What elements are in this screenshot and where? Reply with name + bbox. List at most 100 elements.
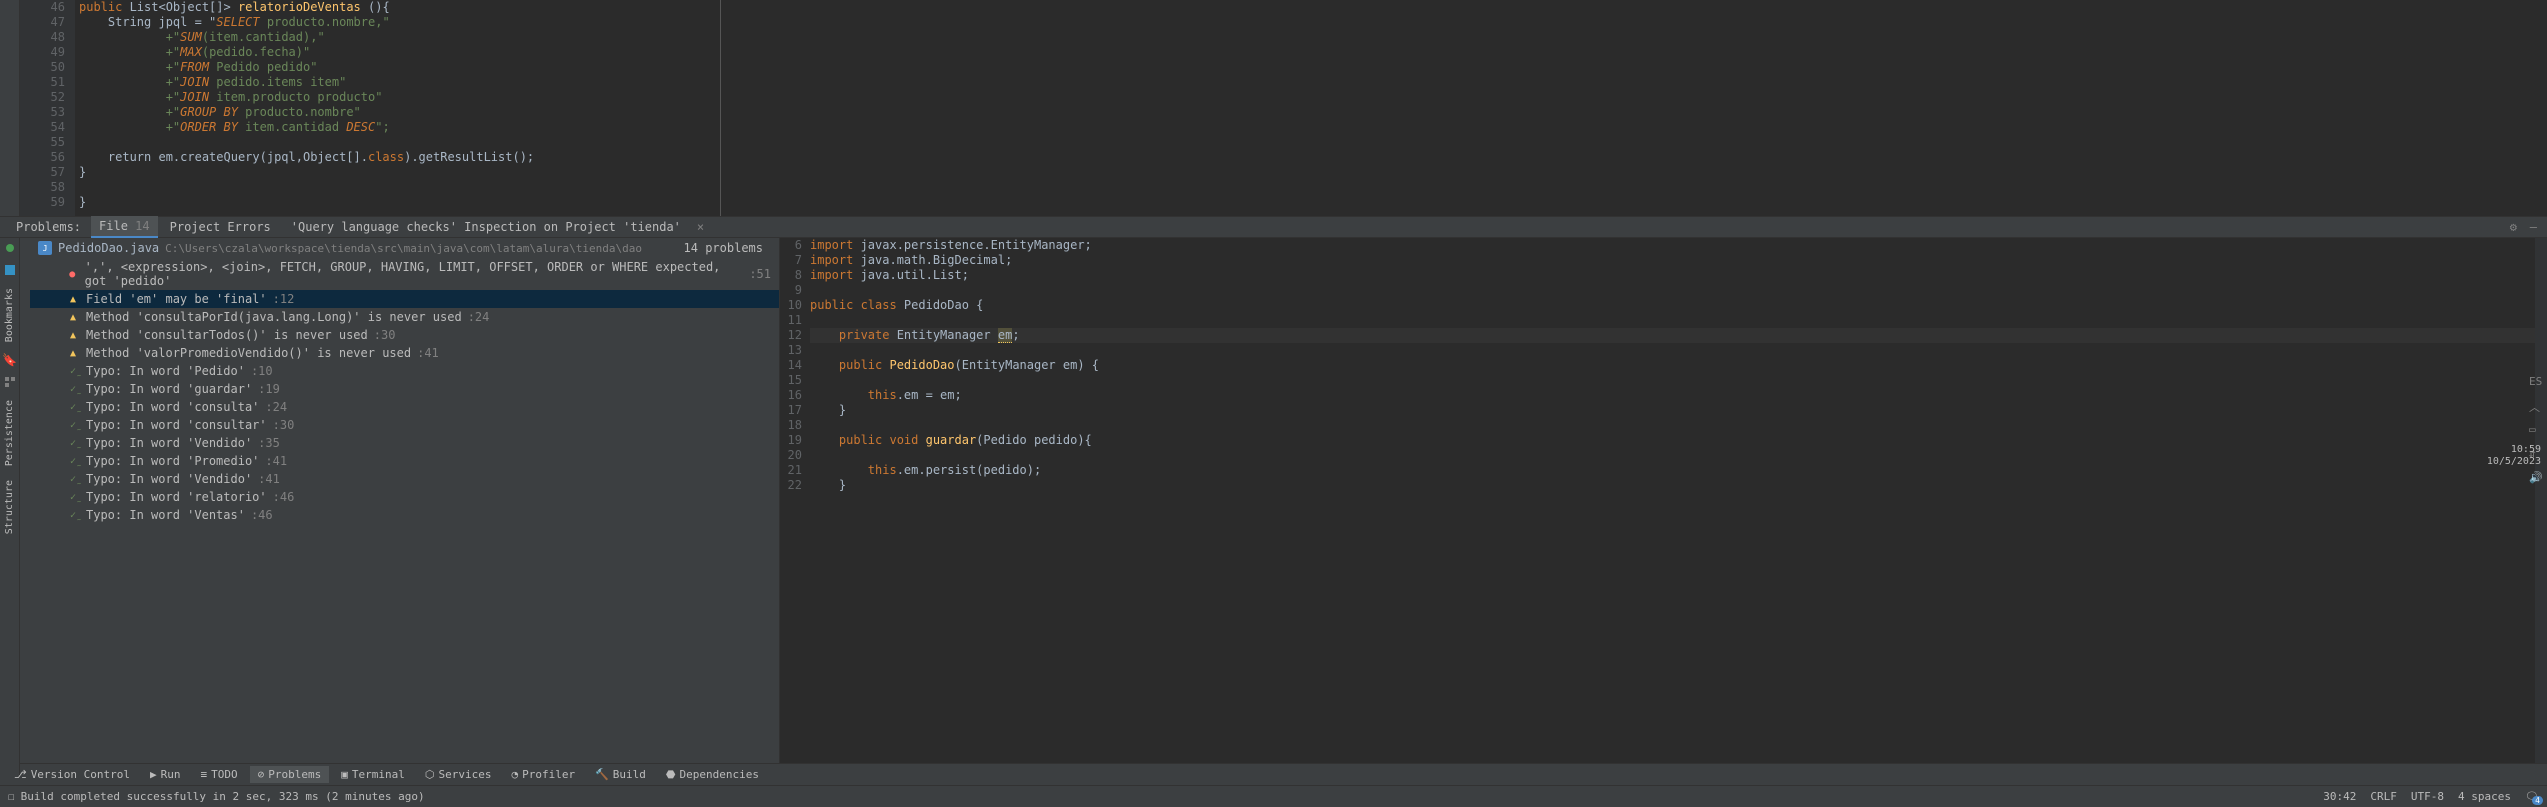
issue-message: Typo: In word 'consulta' xyxy=(86,400,259,414)
file-name: PedidoDao.java xyxy=(58,241,159,255)
issue-row[interactable]: ✓̰ Typo: In word 'consulta' :24 xyxy=(30,398,779,416)
issue-row[interactable]: ✓̰Typo: In word 'Pedido' :10 xyxy=(30,362,779,380)
structure-icon[interactable] xyxy=(2,374,18,390)
problems-icon: ⊘ xyxy=(258,768,265,781)
hammer-icon: 🔨 xyxy=(595,768,609,781)
main-container: 4647484950515253545556575859 1 usage pub… xyxy=(0,0,2547,807)
build-button[interactable]: 🔨Build xyxy=(587,766,654,783)
tool-window-bar: ⎇Version Control ▶Run ≡TODO ⊘Problems ▣T… xyxy=(0,763,2547,785)
issue-row[interactable]: ▲ Method 'consultaPorId(java.lang.Long)' … xyxy=(30,308,779,326)
issue-location: :41 xyxy=(265,454,287,468)
play-icon: ▶ xyxy=(150,768,157,781)
code-editor[interactable]: 4647484950515253545556575859 1 usage pub… xyxy=(0,0,2547,216)
typo-icon: ✓̰ xyxy=(66,490,80,504)
issue-location: :46 xyxy=(273,490,295,504)
language-indicator[interactable]: ES xyxy=(2529,375,2545,391)
typo-icon: ✓̰ xyxy=(66,400,80,414)
issue-message: Method 'valorPromedioVendido()' is never… xyxy=(86,346,411,360)
caret-position[interactable]: 30:42 xyxy=(2323,790,2356,803)
issue-message: Method 'consultaPorId(java.lang.Long)' i… xyxy=(86,310,462,324)
issue-message: Typo: In word 'Promedio' xyxy=(86,454,259,468)
terminal-button[interactable]: ▣Terminal xyxy=(333,766,413,783)
right-tool-strip: ES ︿ ▭ ⇵ 🔊 xyxy=(2527,375,2547,487)
editor-right-margin xyxy=(720,0,721,216)
issue-message: ',', <expression>, <join>, FETCH, GROUP,… xyxy=(85,260,744,288)
issue-row[interactable]: ● ',', <expression>, <join>, FETCH, GROUP… xyxy=(30,258,779,290)
preview-code[interactable]: import import javax.persistence.EntityMa… xyxy=(810,238,2535,763)
typo-icon: ✓̰ xyxy=(66,418,80,432)
problems-preview[interactable]: 678910111213141516171819202122 import im… xyxy=(780,238,2547,763)
editor-content[interactable]: 1 usage public List<Object[]> relatorioD… xyxy=(75,0,2547,216)
notifications-icon[interactable]: 🗨4 xyxy=(2525,790,2539,803)
error-icon: ● xyxy=(66,267,79,281)
issue-location: :19 xyxy=(258,382,280,396)
usage-hint[interactable]: 1 usage xyxy=(89,0,135,2)
issue-location: :24 xyxy=(265,400,287,414)
file-path: C:\Users\czala\workspace\tienda\src\main… xyxy=(165,242,642,255)
tab-file[interactable]: File 14 xyxy=(91,216,158,238)
typo-icon: ✓̰ xyxy=(66,436,80,450)
left-tool-strip: Bookmarks 🔖 Persistence Structure xyxy=(0,0,20,775)
problems-file-row[interactable]: J PedidoDao.java C:\Users\czala\workspac… xyxy=(30,238,779,258)
close-tab-icon[interactable]: × xyxy=(693,220,708,234)
todo-button[interactable]: ≡TODO xyxy=(193,766,246,783)
issue-row[interactable]: ✓̰Typo: In word 'relatorio' :46 xyxy=(30,488,779,506)
issue-row[interactable]: ▲ Method 'consultarTodos()' is never used… xyxy=(30,326,779,344)
deps-icon: ⬣ xyxy=(666,768,676,781)
indent-setting[interactable]: 4 spaces xyxy=(2458,790,2511,803)
typo-icon: ✓̰ xyxy=(66,382,80,396)
line-separator[interactable]: CRLF xyxy=(2370,790,2397,803)
issue-message: Method 'consultarTodos()' is never used xyxy=(86,328,368,342)
warning-icon: ▲ xyxy=(66,310,80,324)
hide-panel-icon[interactable]: — xyxy=(2530,220,2537,234)
file-encoding[interactable]: UTF-8 xyxy=(2411,790,2444,803)
issue-row[interactable]: ▲Field 'em' may be 'final' :12 xyxy=(30,290,779,308)
dependencies-button[interactable]: ⬣Dependencies xyxy=(658,766,767,783)
issue-row[interactable]: ✓̰Typo: In word 'guardar' :19 xyxy=(30,380,779,398)
preview-error-stripe[interactable] xyxy=(2535,238,2547,763)
issue-row[interactable]: ▲Method 'valorPromedioVendido()' is neve… xyxy=(30,344,779,362)
bookmarks-tool[interactable]: Bookmarks xyxy=(4,284,15,346)
structure-tool[interactable]: Structure xyxy=(4,476,15,538)
issue-message: Field 'em' may be 'final' xyxy=(86,292,267,306)
problems-button[interactable]: ⊘Problems xyxy=(250,766,330,783)
persistence-tool[interactable]: Persistence xyxy=(4,396,15,470)
problem-count: 14 problems xyxy=(684,241,771,255)
commit-tool-icon[interactable] xyxy=(2,240,18,256)
issue-row[interactable]: ✓̰ Typo: In word 'Promedio' :41 xyxy=(30,452,779,470)
pull-requests-icon[interactable] xyxy=(2,262,18,278)
issue-row[interactable]: ✓̰Typo: In word 'Vendido' :41 xyxy=(30,470,779,488)
run-button[interactable]: ▶Run xyxy=(142,766,189,783)
issue-location: :30 xyxy=(273,418,295,432)
problems-label: Problems: xyxy=(10,220,87,234)
chevron-up-icon[interactable]: ︿ xyxy=(2529,399,2545,415)
terminal-icon: ▣ xyxy=(341,768,348,781)
gear-icon[interactable]: ⚙ xyxy=(2510,220,2517,234)
tab-inspection[interactable]: 'Query language checks' Inspection on Pr… xyxy=(283,217,689,237)
issue-location: :10 xyxy=(251,364,273,378)
typo-icon: ✓̰ xyxy=(66,364,80,378)
issue-row[interactable]: ✓̰Typo: In word 'Vendido' :35 xyxy=(30,434,779,452)
issue-location: :51 xyxy=(749,267,771,281)
issue-location: :35 xyxy=(258,436,280,450)
typo-icon: ✓̰ xyxy=(66,454,80,468)
status-bar: ☐ Build completed successfully in 2 sec,… xyxy=(0,785,2547,807)
issue-message: Typo: In word 'Ventas' xyxy=(86,508,245,522)
issue-row[interactable]: ✓̰Typo: In word 'consultar' :30 xyxy=(30,416,779,434)
warning-icon: ▲ xyxy=(66,328,80,342)
issue-row[interactable]: ✓̰Typo: In word 'Ventas' :46 xyxy=(30,506,779,524)
problems-panel-body: ◉ ⤢ J PedidoDao.java C:\Users\czala\work… xyxy=(0,238,2547,763)
problems-panel-header: Problems: File 14 Project Errors 'Query … xyxy=(0,216,2547,238)
system-clock[interactable]: 10:59 10/5/2023 xyxy=(2487,444,2541,468)
problems-list[interactable]: J PedidoDao.java C:\Users\czala\workspac… xyxy=(30,238,780,763)
issue-location: :46 xyxy=(251,508,273,522)
bookmark-icon[interactable]: 🔖 xyxy=(2,352,18,368)
services-button[interactable]: ⬡Services xyxy=(417,766,500,783)
battery-icon[interactable]: ▭ xyxy=(2529,423,2545,439)
profiler-button[interactable]: ◔Profiler xyxy=(503,766,583,783)
typo-icon: ✓̰ xyxy=(66,472,80,486)
issue-location: :12 xyxy=(273,292,295,306)
tab-project-errors[interactable]: Project Errors xyxy=(162,217,279,237)
volume-icon[interactable]: 🔊 xyxy=(2529,471,2545,487)
version-control-button[interactable]: ⎇Version Control xyxy=(6,766,138,783)
